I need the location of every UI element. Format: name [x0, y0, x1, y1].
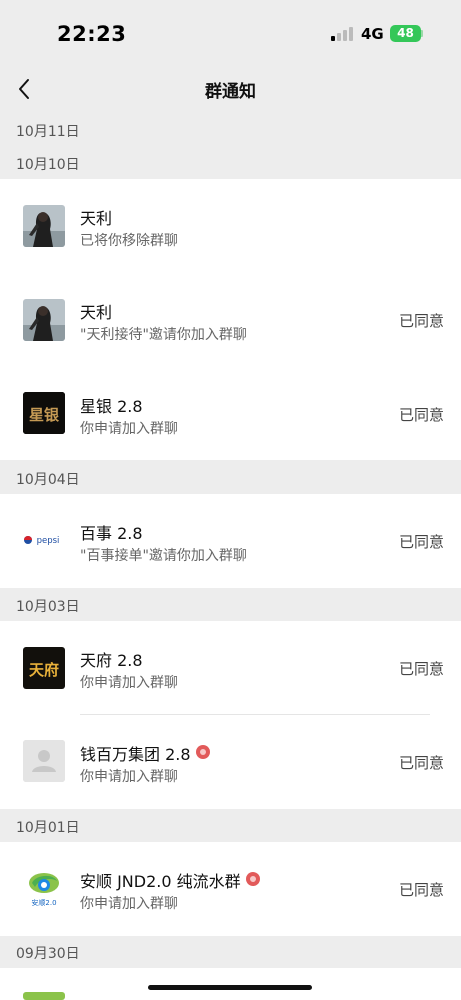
- date-header: 10月10日: [16, 157, 80, 173]
- date-header: 10月04日: [16, 472, 80, 488]
- avatar-text: 安顺2.0: [31, 898, 56, 907]
- notification-item[interactable]: 钱百万集团 2.8 你申请加入群聊 已同意: [0, 715, 461, 807]
- notification-item[interactable]: 天府 天府 2.8 你申请加入群聊 已同意: [0, 621, 461, 713]
- item-subtitle: 已将你移除群聊: [80, 233, 178, 249]
- network-type: 4G: [361, 25, 384, 43]
- notification-item[interactable]: pepsi 百事 2.8 "百事接单"邀请你加入群聊 已同意: [0, 494, 461, 586]
- item-title: 天利: [80, 209, 113, 228]
- notification-group: 天府 天府 2.8 你申请加入群聊 已同意 钱百万集团 2.8 你申请加入群聊 …: [0, 621, 461, 809]
- cellular-signal-icon: [331, 27, 355, 41]
- battery-icon: 48: [390, 25, 421, 42]
- battery-level: 48: [397, 26, 414, 40]
- enterprise-badge-icon: [245, 872, 260, 886]
- notification-group: 天利 已将你移除群聊 天利 "天利接待"邀请你加入群聊 已同意 星银 星银 2.…: [0, 179, 461, 460]
- page-title: 群通知: [205, 82, 256, 102]
- avatar-text: 天府: [29, 661, 59, 679]
- date-header: 10月03日: [16, 599, 80, 615]
- date-header: 10月11日: [16, 124, 80, 140]
- nav-bar: 群通知: [0, 66, 461, 112]
- avatar-text: 星银: [29, 406, 60, 424]
- item-subtitle: "百事接单"邀请你加入群聊: [80, 548, 247, 564]
- avatar-text: pepsi: [37, 536, 60, 546]
- avatar-placeholder: [23, 740, 65, 782]
- notification-group: [0, 968, 461, 1000]
- battery-cap: [421, 30, 423, 37]
- status-accepted: 已同意: [398, 754, 444, 772]
- avatar: 星银: [23, 392, 65, 434]
- status-accepted: 已同意: [398, 312, 444, 330]
- avatar: [23, 299, 65, 341]
- item-title: 天府 2.8: [80, 651, 143, 670]
- item-subtitle: 你申请加入群聊: [80, 769, 178, 785]
- item-title: 钱百万集团 2.8: [80, 741, 210, 765]
- notification-item[interactable]: 星银 星银 2.8 你申请加入群聊 已同意: [0, 367, 461, 459]
- status-bar: 22:23 4G 48: [0, 0, 461, 66]
- notification-item[interactable]: 安顺2.0 安顺 JND2.0 纯流水群 你申请加入群聊 已同意: [0, 842, 461, 934]
- item-title: 百事 2.8: [80, 524, 143, 543]
- status-accepted: 已同意: [398, 406, 444, 424]
- notification-item[interactable]: 天利 已将你移除群聊: [0, 179, 461, 271]
- avatar: [23, 992, 65, 1000]
- item-title: 天利: [80, 303, 113, 322]
- status-time: 22:23: [57, 22, 127, 46]
- notification-group: pepsi 百事 2.8 "百事接单"邀请你加入群聊 已同意: [0, 494, 461, 588]
- item-subtitle: 你申请加入群聊: [80, 421, 178, 437]
- avatar: 安顺2.0: [23, 867, 65, 909]
- item-subtitle: "天利接待"邀请你加入群聊: [80, 327, 247, 343]
- date-header: 10月01日: [16, 820, 80, 836]
- notification-item[interactable]: 天利 "天利接待"邀请你加入群聊 已同意: [0, 273, 461, 365]
- enterprise-badge-icon: [195, 745, 210, 759]
- status-accepted: 已同意: [398, 533, 444, 551]
- notification-group: 安顺2.0 安顺 JND2.0 纯流水群 你申请加入群聊 已同意: [0, 842, 461, 936]
- avatar: 天府: [23, 647, 65, 689]
- item-title: 安顺 JND2.0 纯流水群: [80, 868, 260, 892]
- avatar: [23, 205, 65, 247]
- date-header: 09月30日: [16, 946, 80, 962]
- avatar: pepsi: [23, 519, 65, 561]
- item-subtitle: 你申请加入群聊: [80, 896, 178, 912]
- status-accepted: 已同意: [398, 660, 444, 678]
- person-icon: [23, 740, 65, 782]
- item-title: 星银 2.8: [80, 397, 143, 416]
- status-accepted: 已同意: [398, 881, 444, 899]
- item-subtitle: 你申请加入群聊: [80, 675, 178, 691]
- home-indicator: [148, 985, 312, 990]
